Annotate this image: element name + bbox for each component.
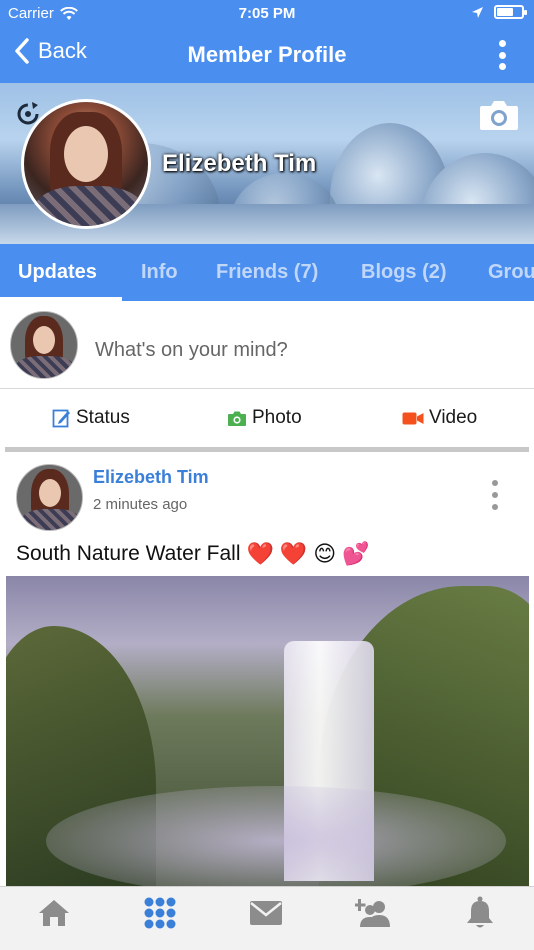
messages-tab[interactable] — [246, 895, 286, 931]
home-tab[interactable] — [34, 895, 74, 931]
two-hearts-emoji: 💕 — [342, 541, 370, 566]
mail-icon — [250, 901, 282, 925]
post-options-button[interactable] — [492, 480, 498, 510]
location-arrow-icon — [472, 6, 483, 18]
notifications-tab[interactable] — [460, 895, 500, 931]
smile-emoji: 😊 — [313, 541, 337, 566]
status-input[interactable]: What's on your mind? — [95, 339, 288, 362]
composer-avatar — [10, 311, 78, 379]
post-text: South Nature Water Fall ❤️ ❤️ 😊 💕 — [16, 541, 370, 567]
photo-button[interactable]: Photo — [227, 407, 302, 429]
heart-emoji: ❤️ — [279, 541, 308, 566]
bottom-tab-bar — [0, 886, 534, 950]
post-header: Elizebeth Tim 2 minutes ago — [0, 452, 534, 542]
nav-bar: Back Member Profile — [0, 28, 534, 83]
home-icon — [39, 900, 69, 926]
profile-avatar[interactable] — [21, 99, 151, 229]
friend-requests-tab[interactable] — [353, 895, 393, 931]
more-options-button[interactable] — [498, 40, 506, 70]
status-time: 7:05 PM — [238, 5, 296, 22]
post-author-avatar[interactable] — [16, 464, 83, 531]
video-label: Video — [429, 407, 478, 428]
profile-cover: Elizebeth Tim — [0, 83, 534, 244]
profile-tabs: Updates Info Friends (7) Blogs (2) Grou — [0, 244, 534, 301]
apps-tab[interactable] — [140, 895, 180, 931]
apps-grid-icon — [144, 897, 176, 929]
video-button[interactable]: Video — [402, 407, 477, 429]
camera-icon — [228, 411, 246, 426]
battery-icon — [494, 5, 527, 19]
status-right — [471, 5, 527, 19]
tab-groups[interactable]: Grou — [488, 244, 534, 301]
tab-info[interactable]: Info — [141, 244, 178, 301]
top-bar: Carrier 7:05 PM Back Member Profile — [0, 0, 534, 83]
status-bar: Carrier 7:05 PM — [0, 0, 534, 28]
status-label: Status — [76, 407, 130, 428]
video-icon — [402, 412, 424, 424]
cover-camera-icon[interactable] — [478, 97, 520, 133]
heart-emoji: ❤️ — [246, 541, 274, 566]
tab-friends[interactable]: Friends (7) — [216, 244, 318, 301]
page-title: Member Profile — [187, 42, 347, 67]
post-author-name[interactable]: Elizebeth Tim — [93, 467, 209, 488]
profile-name: Elizebeth Tim — [162, 150, 317, 177]
composer-actions: Status Photo Video — [0, 389, 534, 447]
edit-icon — [52, 409, 70, 428]
status-button[interactable]: Status — [52, 407, 130, 429]
photo-label: Photo — [252, 407, 302, 428]
post-caption: South Nature Water Fall — [16, 542, 241, 565]
post-timestamp: 2 minutes ago — [93, 496, 188, 513]
status-composer: What's on your mind? — [0, 301, 534, 389]
tab-updates[interactable]: Updates — [18, 244, 97, 301]
tab-blogs[interactable]: Blogs (2) — [361, 244, 447, 301]
add-friend-icon — [355, 899, 390, 927]
post-photo[interactable] — [6, 576, 529, 886]
bell-icon — [467, 896, 493, 928]
